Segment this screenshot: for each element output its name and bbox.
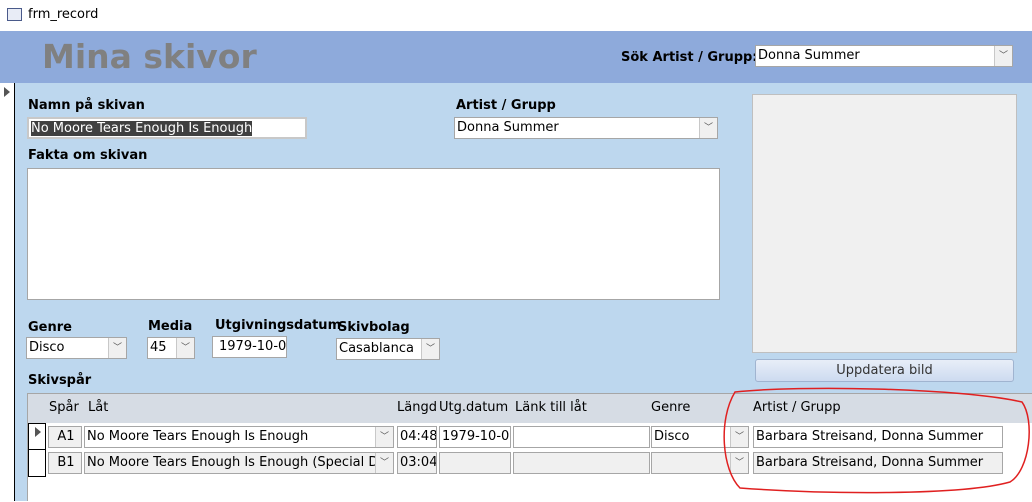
annotation-circle [723, 387, 1030, 494]
